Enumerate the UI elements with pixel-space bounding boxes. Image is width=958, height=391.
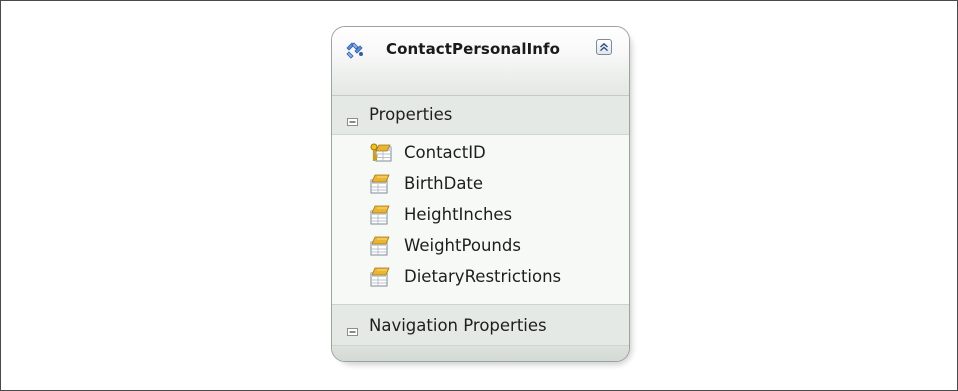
property-label: DietaryRestrictions — [404, 267, 562, 286]
property-row-weightpounds[interactable]: WeightPounds — [332, 232, 629, 262]
property-icon — [370, 267, 392, 287]
entity-shape[interactable]: ContactPersonalInfo Properties ContactID… — [331, 26, 630, 362]
properties-section-label: Properties — [369, 105, 453, 124]
entity-header[interactable]: ContactPersonalInfo — [332, 27, 629, 96]
navigation-properties-section-header[interactable]: Navigation Properties — [332, 304, 629, 346]
collapse-entity-button[interactable] — [596, 39, 612, 55]
entity-type-icon — [344, 39, 366, 59]
property-row-contactid[interactable]: ContactID — [332, 139, 629, 169]
property-icon — [370, 205, 392, 225]
property-label: BirthDate — [404, 174, 484, 193]
property-icon — [370, 236, 392, 256]
property-label: HeightInches — [404, 205, 513, 224]
property-label: ContactID — [404, 143, 486, 162]
property-row-heightinches[interactable]: HeightInches — [332, 201, 629, 231]
key-property-icon — [370, 143, 392, 163]
navigation-properties-label: Navigation Properties — [369, 316, 547, 335]
entity-title: ContactPersonalInfo — [386, 40, 561, 58]
property-row-dietaryrestrictions[interactable]: DietaryRestrictions — [332, 263, 629, 293]
collapse-minus-icon[interactable] — [347, 111, 358, 126]
entity-footer — [332, 346, 629, 361]
properties-section-header[interactable]: Properties — [332, 96, 629, 135]
property-label: WeightPounds — [404, 236, 521, 255]
collapse-minus-icon[interactable] — [347, 321, 358, 336]
properties-list: ContactID BirthDate HeightInches WeightP… — [332, 135, 629, 304]
property-row-birthdate[interactable]: BirthDate — [332, 170, 629, 200]
double-chevron-up-icon — [600, 42, 608, 52]
property-icon — [370, 174, 392, 194]
